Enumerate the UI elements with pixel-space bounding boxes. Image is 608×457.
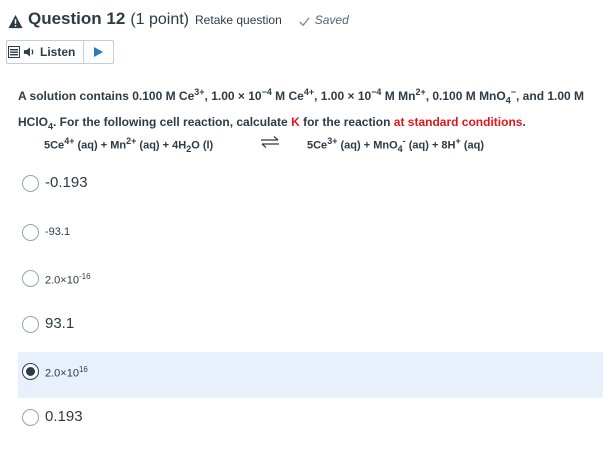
listen-widget: Listen (6, 40, 114, 64)
answer-choice-1[interactable]: -0.193 (18, 163, 603, 203)
listen-divider (83, 41, 85, 63)
radio-button[interactable] (22, 224, 39, 241)
answer-choice-5[interactable]: 2.0×1016 (18, 352, 603, 398)
listen-button[interactable]: Listen (40, 45, 75, 59)
radio-button[interactable] (22, 270, 39, 287)
answer-choice-3[interactable]: 2.0×10-16 (18, 258, 603, 298)
radio-button[interactable] (22, 409, 39, 426)
choice-label: -0.193 (45, 174, 88, 191)
reaction-reactants: 5Ce4+ (aq) + Mn2+ (aq) + 4H2O (l) (44, 136, 214, 154)
warning-icon (8, 14, 23, 28)
question-text: A solution contains 0.100 M Ce3+, 1.00 ×… (18, 87, 585, 132)
radio-button[interactable] (22, 316, 39, 333)
radio-button[interactable] (22, 175, 39, 192)
cell-reaction: 5Ce4+ (aq) + Mn2+ (aq) + 4H2O (l) 5Ce3+ … (44, 134, 564, 154)
answer-choice-6[interactable]: 0.193 (18, 398, 603, 438)
choice-label: -93.1 (45, 226, 71, 238)
choice-label: 93.1 (45, 315, 75, 332)
equilibrium-arrow-icon (261, 136, 279, 148)
answer-choice-4[interactable]: 93.1 (18, 304, 603, 344)
saved-status: Saved (314, 13, 349, 27)
speaker-icon (23, 47, 34, 57)
question-header: Question 12 (1 point) Retake question Sa… (8, 9, 349, 33)
play-icon[interactable] (92, 46, 104, 58)
standard-conditions-highlight: at standard conditions (393, 115, 523, 130)
choice-label: 2.0×1016 (45, 365, 88, 380)
choice-label: 0.193 (45, 408, 83, 425)
answer-choice-2[interactable]: -93.1 (18, 212, 603, 252)
radio-button-selected[interactable] (22, 363, 39, 380)
retake-question-link[interactable]: Retake question (195, 13, 282, 27)
k-highlight: K (291, 115, 300, 130)
question-points: (1 point) (130, 11, 190, 28)
check-icon (299, 16, 310, 26)
reaction-products: 5Ce3+ (aq) + MnO4- (aq) + 8H+ (aq) (307, 136, 484, 154)
choice-label: 2.0×10-16 (45, 272, 91, 287)
question-title: Question 12 (28, 9, 126, 28)
menu-icon[interactable] (8, 46, 20, 58)
